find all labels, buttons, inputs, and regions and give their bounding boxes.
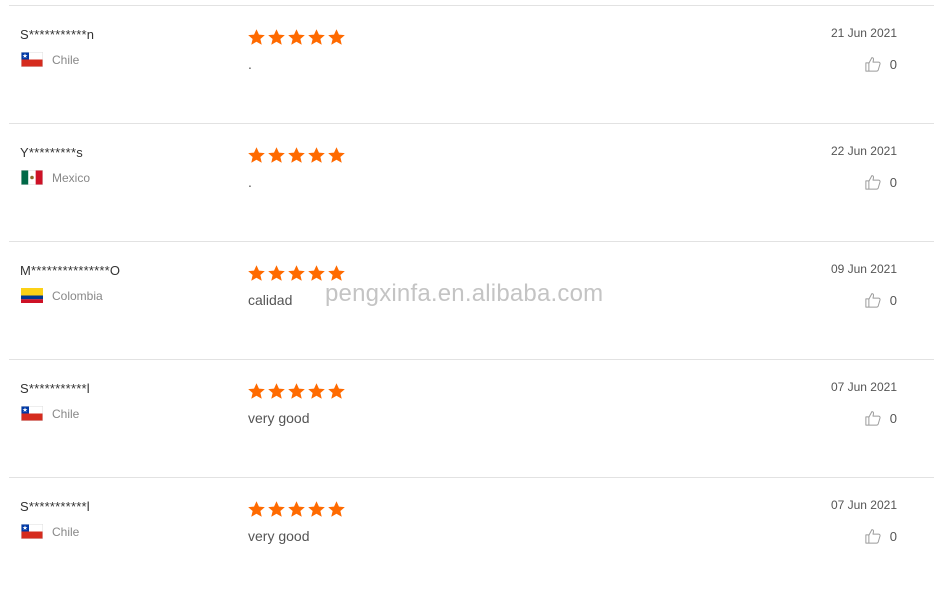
star-icon	[288, 147, 305, 163]
review-item: S***********l Chile very good 07 Jun 202…	[9, 477, 934, 595]
thumbs-up-icon[interactable]	[864, 55, 882, 73]
review-comment: very good	[248, 410, 310, 426]
star-icon	[268, 29, 285, 45]
country-name: Mexico	[52, 170, 91, 185]
chile-flag-icon	[21, 524, 43, 539]
star-icon	[328, 29, 345, 45]
review-item: S***********l Chile very good 07 Jun 202…	[9, 359, 934, 477]
review-comment: very good	[248, 528, 310, 544]
like-count: 0	[889, 528, 897, 544]
like-button[interactable]: 0	[864, 527, 897, 545]
star-icon	[268, 383, 285, 399]
star-icon	[328, 383, 345, 399]
review-date: 09 Jun 2021	[830, 262, 897, 276]
star-icon	[268, 265, 285, 281]
like-button[interactable]: 0	[864, 55, 897, 73]
country-name: Chile	[52, 524, 80, 539]
star-icon	[328, 265, 345, 281]
thumbs-up-icon[interactable]	[864, 291, 882, 309]
reviewer-name: S***********n	[20, 27, 95, 42]
star-icon	[248, 383, 265, 399]
review-comment: calidad	[248, 292, 293, 308]
star-icon	[308, 29, 325, 45]
star-icon	[308, 383, 325, 399]
review-item: Y*********s Mexico . 22 Jun 2021 0	[9, 123, 934, 241]
star-rating	[247, 382, 347, 401]
review-list: S***********n Chile . 21 Jun 2021 0 Y***…	[0, 0, 934, 595]
reviewer-name: Y*********s	[20, 145, 83, 160]
thumbs-up-icon[interactable]	[864, 527, 882, 545]
country-name: Chile	[52, 52, 80, 67]
mexico-flag-icon	[21, 170, 43, 185]
like-count: 0	[889, 174, 897, 190]
thumbs-up-icon[interactable]	[864, 409, 882, 427]
country-name: Chile	[52, 406, 80, 421]
star-icon	[248, 147, 265, 163]
star-icon	[328, 501, 345, 517]
country-name: Colombia	[52, 288, 103, 303]
star-icon	[328, 147, 345, 163]
star-icon	[308, 265, 325, 281]
like-count: 0	[889, 410, 897, 426]
review-comment: .	[248, 174, 252, 190]
review-item: S***********n Chile . 21 Jun 2021 0	[9, 5, 934, 123]
thumbs-up-icon[interactable]	[864, 173, 882, 191]
like-count: 0	[889, 292, 897, 308]
star-icon	[288, 265, 305, 281]
star-icon	[288, 501, 305, 517]
like-button[interactable]: 0	[864, 173, 897, 191]
reviewer-country: Chile	[21, 524, 79, 539]
star-icon	[308, 501, 325, 517]
reviewer-name: S***********l	[20, 499, 90, 514]
star-icon	[288, 383, 305, 399]
reviewer-country: Chile	[21, 406, 79, 421]
star-icon	[268, 501, 285, 517]
reviewer-country: Mexico	[21, 170, 90, 185]
star-rating	[247, 146, 347, 165]
colombia-flag-icon	[21, 288, 43, 303]
like-button[interactable]: 0	[864, 409, 897, 427]
review-comment: .	[248, 56, 252, 72]
review-item: M***************O Colombia calidad 09 Ju…	[9, 241, 934, 359]
reviewer-country: Chile	[21, 52, 79, 67]
star-icon	[248, 29, 265, 45]
chile-flag-icon	[21, 52, 43, 67]
star-icon	[268, 147, 285, 163]
star-rating	[247, 500, 347, 519]
star-icon	[288, 29, 305, 45]
review-date: 22 Jun 2021	[830, 144, 897, 158]
star-rating	[247, 264, 347, 283]
star-icon	[308, 147, 325, 163]
star-rating	[247, 28, 347, 47]
like-count: 0	[889, 56, 897, 72]
reviewer-name: S***********l	[20, 381, 90, 396]
star-icon	[248, 265, 265, 281]
review-date: 07 Jun 2021	[830, 380, 897, 394]
star-icon	[248, 501, 265, 517]
reviewer-name: M***************O	[20, 263, 121, 278]
review-date: 21 Jun 2021	[830, 26, 897, 40]
review-date: 07 Jun 2021	[830, 498, 897, 512]
chile-flag-icon	[21, 406, 43, 421]
like-button[interactable]: 0	[864, 291, 897, 309]
reviewer-country: Colombia	[21, 288, 103, 303]
